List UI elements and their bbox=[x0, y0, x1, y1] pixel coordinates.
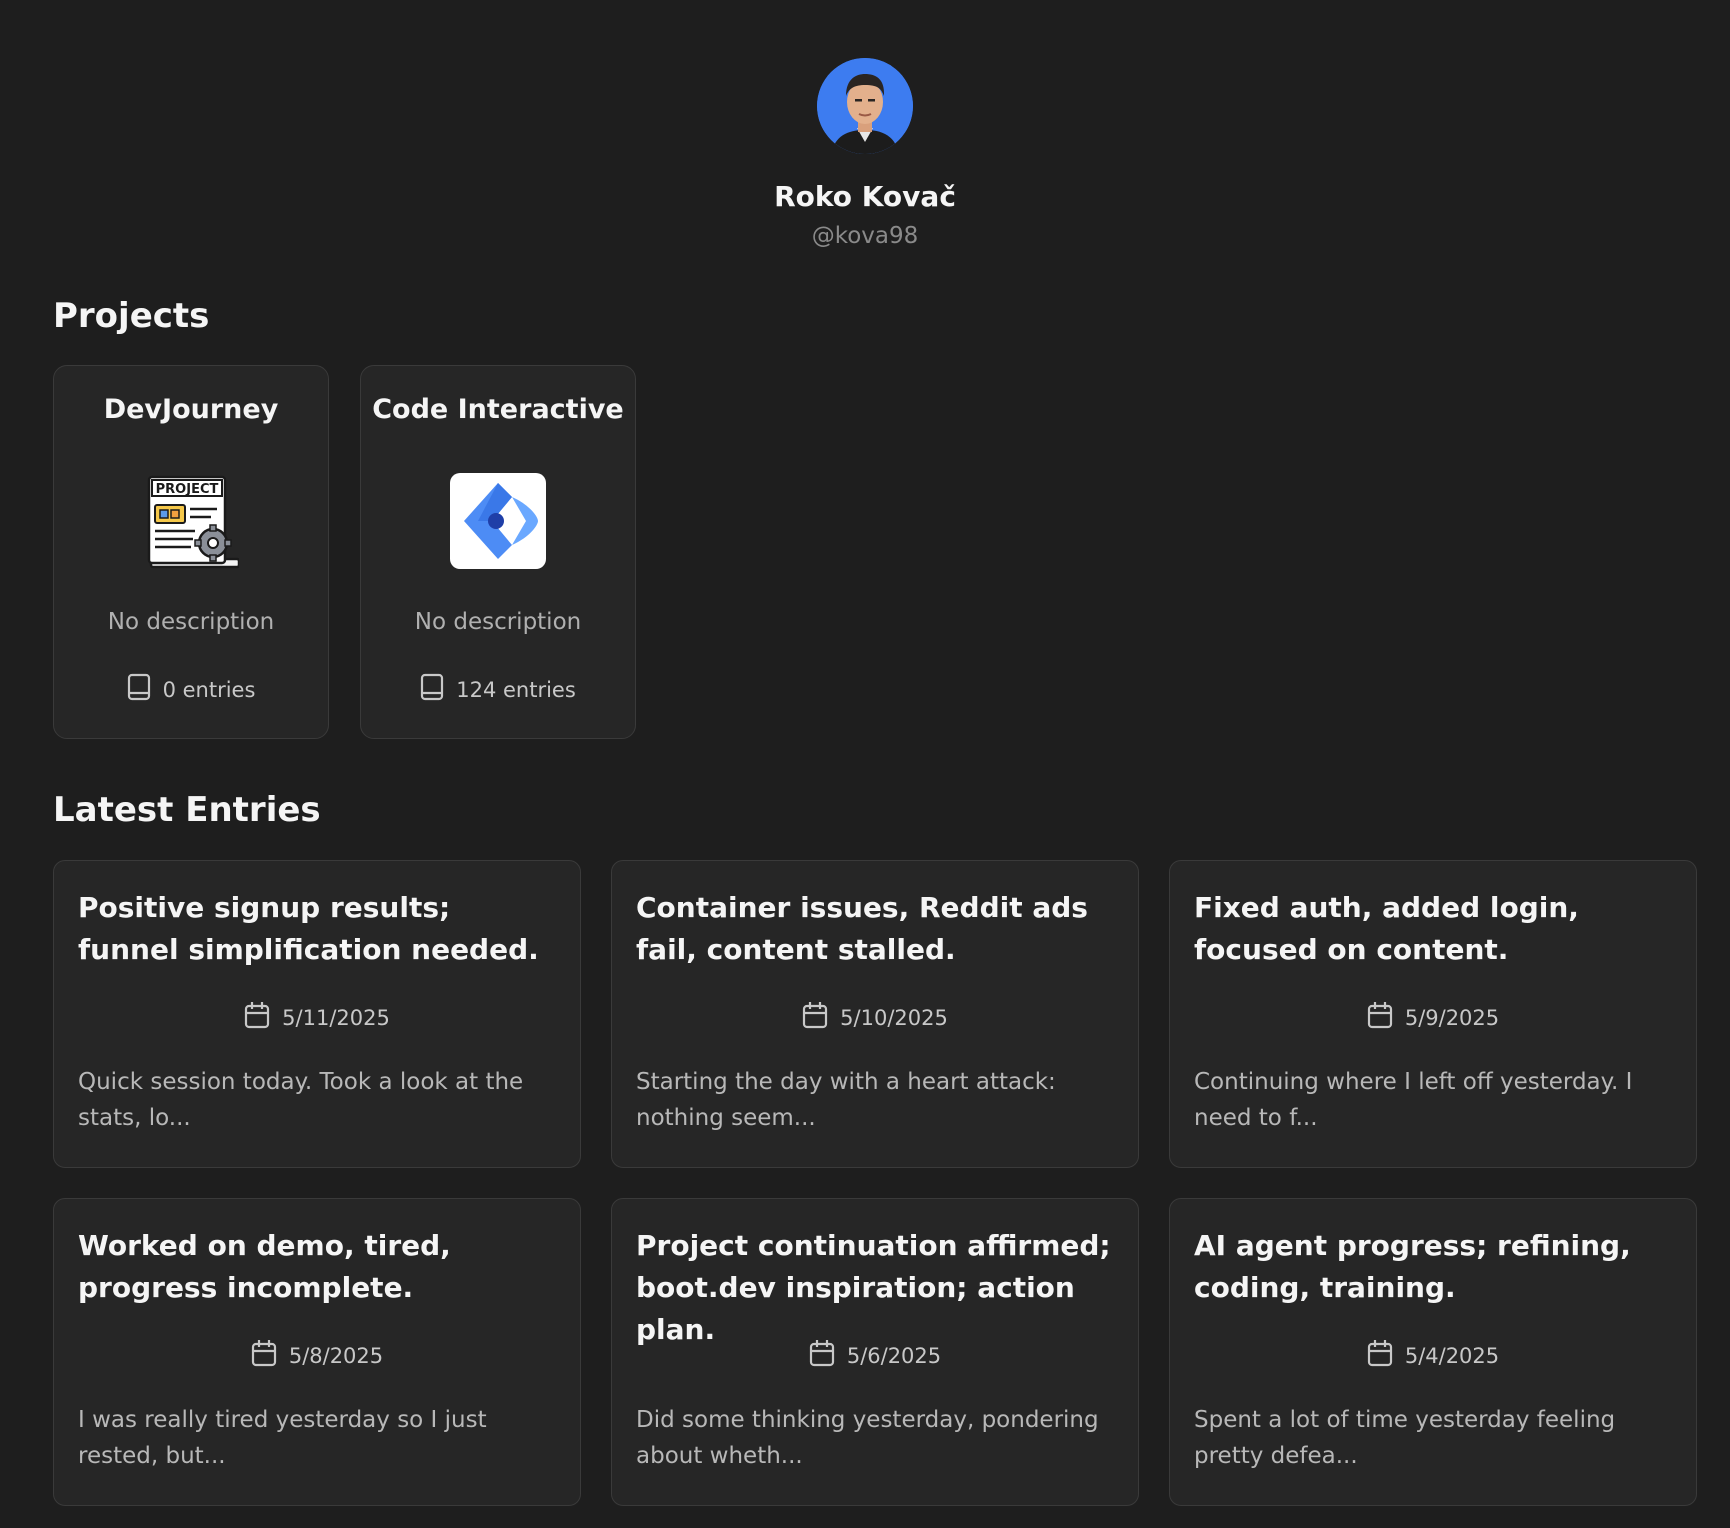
entry-card[interactable]: Container issues, Reddit ads fail, conte… bbox=[611, 860, 1139, 1168]
entry-card[interactable]: Worked on demo, tired, progress incomple… bbox=[53, 1198, 581, 1506]
latest-entries-heading: Latest Entries bbox=[53, 790, 321, 830]
calendar-icon bbox=[244, 1001, 270, 1034]
entry-date-label: 5/11/2025 bbox=[282, 1005, 390, 1030]
profile-handle: @kova98 bbox=[811, 223, 919, 249]
entry-title: Positive signup results; funnel simplifi… bbox=[78, 891, 539, 966]
project-description: No description bbox=[107, 609, 275, 635]
entry-excerpt: Quick session today. Took a look at the … bbox=[78, 1069, 524, 1131]
calendar-icon bbox=[1367, 1339, 1393, 1372]
avatar-portrait bbox=[817, 58, 913, 154]
calendar-icon bbox=[802, 1001, 828, 1034]
project-description: No description bbox=[414, 609, 582, 635]
entry-title: Project continuation affirmed; boot.dev … bbox=[636, 1229, 1111, 1346]
entry-card[interactable]: AI agent progress; refining, coding, tra… bbox=[1169, 1198, 1697, 1506]
entry-excerpt: Continuing where I left off yesterday. I… bbox=[1194, 1069, 1633, 1131]
entry-date-label: 5/8/2025 bbox=[288, 1343, 384, 1368]
entry-date-label: 5/4/2025 bbox=[1404, 1343, 1500, 1368]
entry-excerpt: I was really tired yesterday so I just r… bbox=[78, 1407, 487, 1469]
entry-excerpt: Did some thinking yesterday, pondering a… bbox=[636, 1407, 1099, 1469]
entry-title: Worked on demo, tired, progress incomple… bbox=[78, 1229, 451, 1304]
project-document-gear-icon: PROJECT bbox=[143, 473, 241, 569]
entry-excerpt: Starting the day with a heart attack: no… bbox=[636, 1069, 1056, 1131]
entry-date-label: 5/9/2025 bbox=[1404, 1005, 1500, 1030]
entry-date-label: 5/6/2025 bbox=[846, 1343, 942, 1368]
profile-name: Roko Kovač bbox=[774, 180, 956, 213]
entry-date: 5/10/2025 bbox=[636, 1001, 1114, 1034]
entry-date: 5/4/2025 bbox=[1194, 1339, 1672, 1372]
project-card-code-interactive[interactable]: Code Interactive No description 124 entr… bbox=[360, 365, 636, 739]
calendar-icon bbox=[1367, 1001, 1393, 1034]
entry-date: 5/9/2025 bbox=[1194, 1001, 1672, 1034]
calendar-icon bbox=[809, 1339, 835, 1372]
entry-title: AI agent progress; refining, coding, tra… bbox=[1194, 1229, 1631, 1304]
project-entry-count: 0 entries bbox=[54, 673, 328, 706]
avatar[interactable] bbox=[817, 58, 913, 154]
entry-card[interactable]: Project continuation affirmed; boot.dev … bbox=[611, 1198, 1139, 1506]
calendar-icon bbox=[251, 1339, 277, 1372]
entry-title: Container issues, Reddit ads fail, conte… bbox=[636, 891, 1088, 966]
entry-count-label: 0 entries bbox=[162, 677, 256, 702]
entry-date: 5/8/2025 bbox=[78, 1339, 556, 1372]
svg-text:PROJECT: PROJECT bbox=[156, 482, 219, 497]
profile-page: Roko Kovač @kova98 Projects DevJourney P… bbox=[0, 0, 1730, 1528]
entry-card[interactable]: Positive signup results; funnel simplifi… bbox=[53, 860, 581, 1168]
book-icon bbox=[420, 673, 444, 706]
entry-card[interactable]: Fixed auth, added login, focused on cont… bbox=[1169, 860, 1697, 1168]
entry-title: Fixed auth, added login, focused on cont… bbox=[1194, 891, 1579, 966]
projects-heading: Projects bbox=[53, 296, 210, 336]
entry-count-label: 124 entries bbox=[456, 677, 576, 702]
entry-excerpt: Spent a lot of time yesterday feeling pr… bbox=[1194, 1407, 1616, 1469]
code-interactive-logo-icon bbox=[450, 473, 546, 569]
entry-date: 5/11/2025 bbox=[78, 1001, 556, 1034]
entry-date-label: 5/10/2025 bbox=[840, 1005, 948, 1030]
book-icon bbox=[127, 673, 151, 706]
project-title: Code Interactive bbox=[372, 394, 624, 425]
project-entry-count: 124 entries bbox=[361, 673, 635, 706]
profile-header: Roko Kovač @kova98 bbox=[0, 58, 1730, 249]
project-card-devjourney[interactable]: DevJourney PROJECT No description 0 entr… bbox=[53, 365, 329, 739]
project-title: DevJourney bbox=[103, 394, 279, 425]
